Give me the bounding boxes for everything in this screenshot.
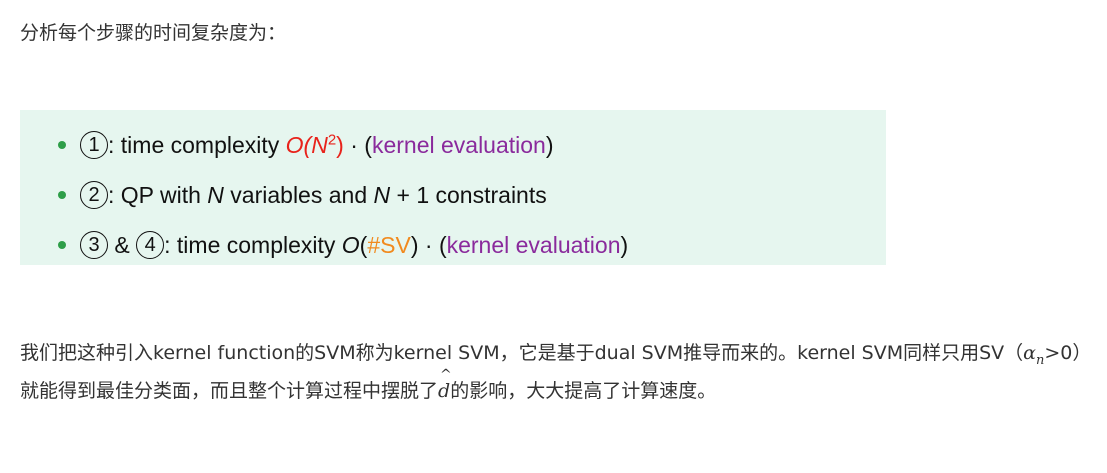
- kernel-evaluation-label: kernel evaluation: [371, 132, 546, 158]
- kernel-evaluation-label: kernel evaluation: [446, 232, 621, 258]
- complexity-o: O: [285, 132, 304, 158]
- step-number-circle: 2: [80, 180, 108, 209]
- summary-paragraph: 我们把这种引入kernel function的SVM称为kernel SVM，它…: [20, 338, 1090, 406]
- sv-count-label: #SV: [367, 232, 411, 258]
- intro-paragraph: 分析每个步骤的时间复杂度为：: [20, 22, 287, 44]
- bullet-icon: [58, 240, 66, 249]
- step-list: 1: time complexity O(N2) · (kernel evalu…: [58, 120, 628, 270]
- alpha-symbol: α: [1023, 342, 1037, 364]
- list-item-step-3-4: 3 & 4: time complexity O(#SV) · (kernel …: [58, 220, 628, 270]
- step-number-circle: 3: [80, 230, 108, 259]
- complexity-figure: 1: time complexity O(N2) · (kernel evalu…: [20, 110, 886, 265]
- d-hat-symbol: d: [438, 360, 452, 406]
- list-item-step-2: 2: QP with N variables and N + 1 constra…: [58, 170, 628, 220]
- step-number-circle: 1: [80, 130, 108, 159]
- list-item-step-1: 1: time complexity O(N2) · (kernel evalu…: [58, 120, 628, 170]
- bullet-icon: [58, 190, 66, 199]
- bullet-icon: [58, 140, 66, 149]
- step-number-circle: 4: [136, 230, 165, 259]
